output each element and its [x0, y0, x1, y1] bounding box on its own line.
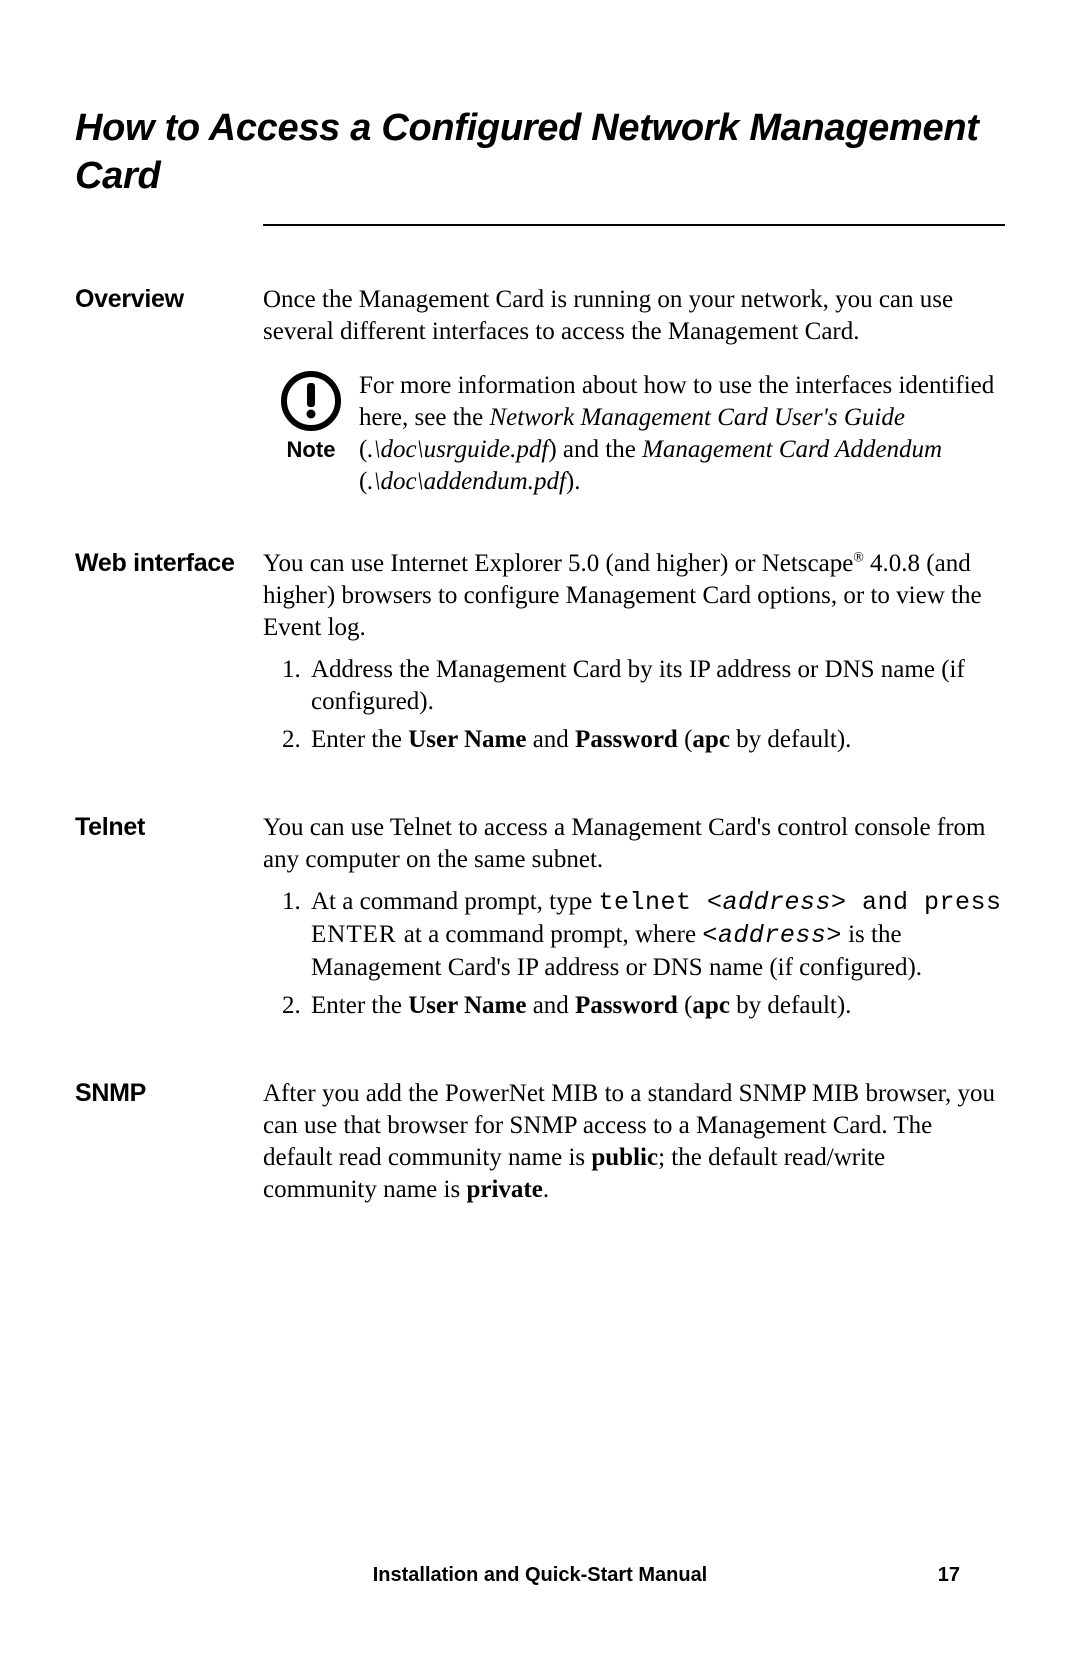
mono-italic-text: <address> — [702, 921, 842, 950]
text-fragment: ( — [678, 992, 693, 1019]
bold-term: public — [591, 1144, 658, 1171]
section-overview: Overview Once the Management Card is run… — [75, 284, 1005, 498]
text-fragment: . — [543, 1176, 549, 1203]
list-item: At a command prompt, type telnet <addres… — [307, 886, 1005, 984]
telnet-intro: You can use Telnet to access a Managemen… — [263, 812, 1005, 876]
mono-italic-text: <address> — [707, 888, 847, 917]
italic-title: Network Management Card User's Guide — [489, 404, 905, 431]
text-fragment: You can use Internet Explorer 5.0 (and h… — [263, 550, 853, 577]
section-label: Overview — [75, 284, 263, 315]
text-fragment: at a command prompt, where — [404, 921, 703, 948]
telnet-steps: At a command prompt, type telnet <addres… — [263, 886, 1005, 1022]
section-body: Once the Management Card is running on y… — [263, 284, 1005, 498]
page-number: 17 — [938, 1564, 960, 1587]
mono-text: and press — [847, 888, 1002, 917]
snmp-text: After you add the PowerNet MIB to a stan… — [263, 1078, 1005, 1206]
italic-title: Management Card Addendum — [642, 436, 942, 463]
text-fragment: Enter the — [311, 726, 408, 753]
section-label: SNMP — [75, 1078, 263, 1109]
mono-text: telnet — [598, 888, 707, 917]
section-snmp: SNMP After you add the PowerNet MIB to a… — [75, 1078, 1005, 1214]
text-fragment: ). — [566, 468, 581, 495]
section-body: You can use Telnet to access a Managemen… — [263, 812, 1005, 1028]
section-label: Web interface — [75, 548, 263, 579]
registered-mark: ® — [853, 550, 863, 565]
exclaim-icon — [280, 370, 342, 432]
section-web: Web interface You can use Internet Explo… — [75, 548, 1005, 762]
note-icon-container: Note — [263, 370, 359, 464]
title-rule — [263, 224, 1005, 226]
web-intro: You can use Internet Explorer 5.0 (and h… — [263, 548, 1005, 644]
section-label: Telnet — [75, 812, 263, 843]
text-fragment: by default). — [730, 726, 851, 753]
smallcaps-key: ENTER — [311, 921, 404, 948]
bold-term: User Name — [408, 992, 526, 1019]
text-fragment: ) and the — [548, 436, 642, 463]
text-fragment: and — [526, 726, 575, 753]
text-fragment: ( — [678, 726, 693, 753]
bold-term: private — [466, 1176, 542, 1203]
document-page: How to Access a Configured Network Manag… — [0, 0, 1080, 1669]
note-block: Note For more information about how to u… — [263, 370, 1005, 498]
bold-term: apc — [692, 726, 730, 753]
list-item: Enter the User Name and Password (apc by… — [307, 990, 1005, 1022]
text-fragment: by default). — [730, 992, 851, 1019]
note-text: For more information about how to use th… — [359, 370, 1005, 498]
web-steps: Address the Management Card by its IP ad… — [263, 654, 1005, 756]
bold-term: Password — [575, 992, 678, 1019]
path-text: .\doc\addendum.pdf — [367, 468, 566, 495]
text-fragment: and — [526, 992, 575, 1019]
list-item: Address the Management Card by its IP ad… — [307, 654, 1005, 718]
text-fragment: Enter the — [311, 992, 408, 1019]
page-title: How to Access a Configured Network Manag… — [75, 105, 1005, 200]
section-body: You can use Internet Explorer 5.0 (and h… — [263, 548, 1005, 762]
footer-title: Installation and Quick-Start Manual — [0, 1564, 1080, 1587]
list-item: Enter the User Name and Password (apc by… — [307, 724, 1005, 756]
text-fragment: At a command prompt, type — [311, 888, 598, 915]
overview-intro: Once the Management Card is running on y… — [263, 284, 1005, 348]
bold-term: apc — [692, 992, 730, 1019]
section-telnet: Telnet You can use Telnet to access a Ma… — [75, 812, 1005, 1028]
bold-term: Password — [575, 726, 678, 753]
section-body: After you add the PowerNet MIB to a stan… — [263, 1078, 1005, 1214]
bold-term: User Name — [408, 726, 526, 753]
note-label: Note — [263, 436, 359, 464]
text-fragment: Address the Management Card by its IP ad… — [311, 656, 965, 715]
path-text: .\doc\usrguide.pdf — [367, 436, 548, 463]
